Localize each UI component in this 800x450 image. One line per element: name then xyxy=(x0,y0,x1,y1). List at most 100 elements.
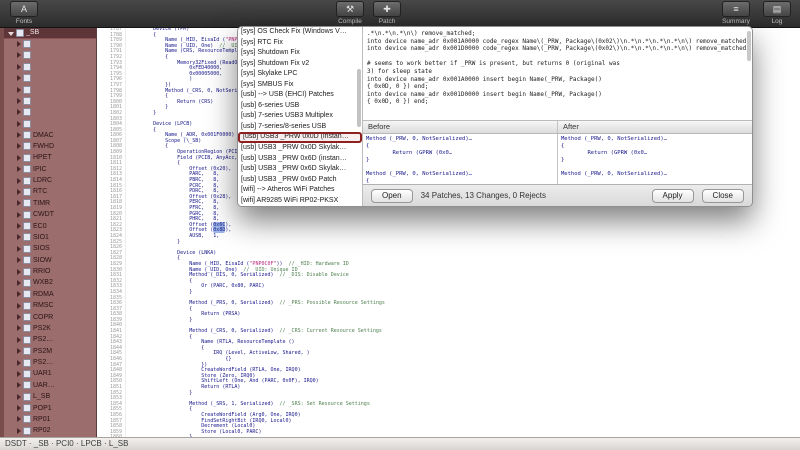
sidebar-item-wxb2[interactable]: WXB2 xyxy=(4,277,96,288)
disclosure-triangle-icon[interactable] xyxy=(17,269,21,275)
patch-list-item[interactable]: [wifi] AR9285 WiFi RP02-PKSX xyxy=(238,196,362,206)
disclosure-triangle-icon[interactable] xyxy=(17,155,21,161)
sidebar-item-rdma[interactable]: RDMA xyxy=(4,289,96,300)
sidebar-item-hpet[interactable]: HPET xyxy=(4,152,96,163)
sidebar-item[interactable] xyxy=(4,118,96,129)
sidebar-item-rrio[interactable]: RRIO xyxy=(4,266,96,277)
patch-list-item[interactable]: [sys] SMBUS Fix xyxy=(238,80,362,91)
sidebar-item-fwhd[interactable]: FWHD xyxy=(4,141,96,152)
disclosure-triangle-icon[interactable] xyxy=(17,257,21,263)
patch-list-item[interactable]: [usb] 7-series/8-series USB xyxy=(238,122,362,133)
patch-list-item[interactable]: [usb] USB3 _PRW 0x0D Skylak… xyxy=(238,143,362,154)
patch-list-item[interactable]: [usb] USB3 _PRW 0x6D (instan… xyxy=(238,154,362,165)
patch-list-item[interactable]: [sys] Shutdown Fix v2 xyxy=(238,59,362,70)
summary-button[interactable]: ≡ Summary xyxy=(712,1,760,25)
disclosure-triangle-icon[interactable] xyxy=(17,337,21,343)
sidebar-item-ps2[interactable]: PS2… xyxy=(4,334,96,345)
close-button[interactable]: Close xyxy=(702,189,744,203)
disclosure-triangle-icon[interactable] xyxy=(17,166,21,172)
disclosure-triangle-icon[interactable] xyxy=(17,314,21,320)
sidebar-item-ldrc[interactable]: LDRC xyxy=(4,175,96,186)
sidebar-item-siow[interactable]: SIOW xyxy=(4,255,96,266)
disclosure-triangle-icon[interactable] xyxy=(17,64,21,70)
patch-list-item[interactable]: [usb] --> USB (EHCI) Patches xyxy=(238,90,362,101)
disclosure-triangle-icon[interactable] xyxy=(17,87,21,93)
disclosure-triangle-icon[interactable] xyxy=(17,360,21,366)
patch-list-item[interactable]: [sys] Shutdown Fix xyxy=(238,48,362,59)
patch-list-item[interactable]: [sys] RTC Fix xyxy=(238,38,362,49)
sidebar-item-dmac[interactable]: DMAC xyxy=(4,129,96,140)
compile-button[interactable]: ⚒ Compile xyxy=(331,1,369,25)
fonts-button[interactable]: A Fonts xyxy=(6,1,42,25)
sidebar-item[interactable] xyxy=(4,61,96,72)
patch-text-scrollbar[interactable] xyxy=(747,31,751,61)
disclosure-triangle-icon[interactable] xyxy=(17,371,21,377)
sidebar-item[interactable] xyxy=(4,50,96,61)
sidebar-item[interactable] xyxy=(4,73,96,84)
disclosure-triangle-icon[interactable] xyxy=(17,109,21,115)
sidebar-item-rp01[interactable]: RP01 xyxy=(4,414,96,425)
patch-list-item[interactable]: [usb] USB3 _PRW 0x6D Skylak… xyxy=(238,164,362,175)
breadcrumb[interactable]: DSDT · _SB · PCI0 · LPCB · L_SB xyxy=(5,439,128,448)
disclosure-triangle-icon[interactable] xyxy=(17,382,21,388)
disclosure-triangle-icon[interactable] xyxy=(17,200,21,206)
sidebar-item-timr[interactable]: TIMR xyxy=(4,198,96,209)
sidebar-item-ps2[interactable]: PS2… xyxy=(4,357,96,368)
patch-list-item[interactable]: [usb] 7-series USB3 Multiplex xyxy=(238,111,362,122)
patch-list-item[interactable]: [sys] Skylake LPC xyxy=(238,69,362,80)
sidebar-item[interactable] xyxy=(4,84,96,95)
disclosure-triangle-icon[interactable] xyxy=(17,121,21,127)
sidebar-item-ipic[interactable]: IPIC xyxy=(4,164,96,175)
sidebar-item-sio1[interactable]: SIO1 xyxy=(4,232,96,243)
sidebar-item-copr[interactable]: COPR xyxy=(4,311,96,322)
apply-button[interactable]: Apply xyxy=(652,189,694,203)
patch-list-item[interactable]: [usb] 6-series USB xyxy=(238,101,362,112)
disclosure-triangle-icon[interactable] xyxy=(17,234,21,240)
disclosure-triangle-icon[interactable] xyxy=(17,143,21,149)
sidebar-item-rtc[interactable]: RTC xyxy=(4,186,96,197)
patch-list-item[interactable]: [usb] USB3 _PRW 0x6D Patch xyxy=(238,175,362,186)
disclosure-triangle-icon[interactable] xyxy=(17,416,21,422)
disclosure-triangle-icon[interactable] xyxy=(17,280,21,286)
disclosure-triangle-icon[interactable] xyxy=(8,32,14,36)
sidebar-item[interactable] xyxy=(4,107,96,118)
disclosure-triangle-icon[interactable] xyxy=(17,405,21,411)
patch-list-item[interactable]: [sys] OS Check Fix (Windows V… xyxy=(238,27,362,38)
open-button[interactable]: Open xyxy=(371,189,413,203)
sidebar-item-l_sb[interactable]: L_SB xyxy=(4,391,96,402)
disclosure-triangle-icon[interactable] xyxy=(17,325,21,331)
sidebar-item-uar[interactable]: UAR… xyxy=(4,380,96,391)
disclosure-triangle-icon[interactable] xyxy=(17,291,21,297)
disclosure-triangle-icon[interactable] xyxy=(17,303,21,309)
sidebar-item[interactable] xyxy=(4,95,96,106)
patch-text-view[interactable]: .*\n.*\n.*\n\) remove_matched;into devic… xyxy=(363,27,752,121)
disclosure-triangle-icon[interactable] xyxy=(17,348,21,354)
disclosure-triangle-icon[interactable] xyxy=(17,52,21,58)
disclosure-triangle-icon[interactable] xyxy=(17,246,21,252)
log-button[interactable]: ▤ Log xyxy=(762,1,792,25)
sidebar-item-_sb[interactable]: _SB xyxy=(4,27,96,38)
disclosure-triangle-icon[interactable] xyxy=(17,132,21,138)
sidebar-item-rp02[interactable]: RP02 xyxy=(4,425,96,436)
sidebar-item-cwdt[interactable]: CWDT xyxy=(4,209,96,220)
sidebar-item[interactable] xyxy=(4,38,96,49)
disclosure-triangle-icon[interactable] xyxy=(17,98,21,104)
patch-list-item[interactable]: [wifi] --> Atheros WiFi Patches xyxy=(238,185,362,196)
disclosure-triangle-icon[interactable] xyxy=(17,212,21,218)
patch-list-scrollbar[interactable] xyxy=(357,69,361,127)
sidebar-item-pop1[interactable]: POP1 xyxy=(4,402,96,413)
disclosure-triangle-icon[interactable] xyxy=(17,223,21,229)
disclosure-triangle-icon[interactable] xyxy=(17,428,21,434)
disclosure-triangle-icon[interactable] xyxy=(17,394,21,400)
patch-button[interactable]: ✚ Patch xyxy=(371,1,403,25)
sidebar-item-ps2k[interactable]: PS2K xyxy=(4,323,96,334)
disclosure-triangle-icon[interactable] xyxy=(17,189,21,195)
sidebar-item-sios[interactable]: SIOS xyxy=(4,243,96,254)
sidebar-item-uar1[interactable]: UAR1 xyxy=(4,368,96,379)
disclosure-triangle-icon[interactable] xyxy=(17,75,21,81)
patch-list-item[interactable]: [usb] USB3 _PRW 0x0D (instan… xyxy=(238,132,362,143)
disclosure-triangle-icon[interactable] xyxy=(17,41,21,47)
sidebar-item-ps2m[interactable]: PS2M xyxy=(4,346,96,357)
sidebar-item-ec0[interactable]: EC0 xyxy=(4,220,96,231)
disclosure-triangle-icon[interactable] xyxy=(17,178,21,184)
